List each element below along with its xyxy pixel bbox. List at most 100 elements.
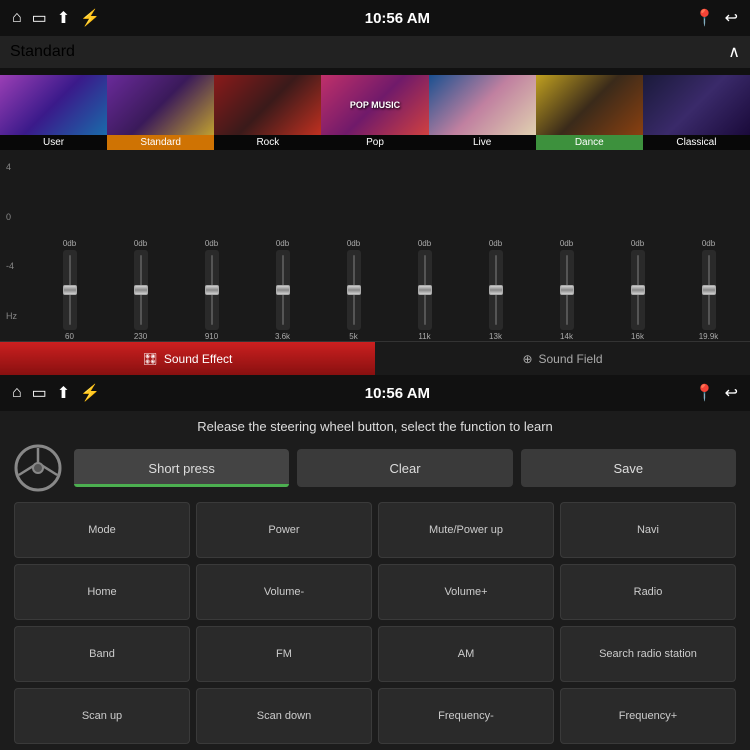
- bottom-home-icon[interactable]: ⌂: [12, 384, 22, 402]
- eq-band-3.6k[interactable]: 0db 3.6k: [247, 154, 318, 341]
- eq-band-60[interactable]: 0db 60: [34, 154, 105, 341]
- preset-list: User Standard Rock POP MUSIC Pop Live Da…: [0, 68, 750, 150]
- home-icon[interactable]: ⌂: [12, 9, 22, 27]
- band-thumb-1: [134, 285, 148, 295]
- func-btn-radio[interactable]: Radio: [560, 564, 736, 620]
- func-btn-home[interactable]: Home: [14, 564, 190, 620]
- preset-rock[interactable]: Rock: [214, 68, 321, 150]
- preset-dance[interactable]: Dance: [536, 68, 643, 150]
- band-slider-4[interactable]: [347, 250, 361, 330]
- band-track-1: [140, 255, 142, 325]
- band-track-3: [282, 255, 284, 325]
- band-slider-0[interactable]: [63, 250, 77, 330]
- func-btn-am[interactable]: AM: [378, 626, 554, 682]
- func-btn-frequency-[interactable]: Frequency-: [378, 688, 554, 744]
- preset-live-thumb: [429, 75, 536, 135]
- func-btn-volume-[interactable]: Volume+: [378, 564, 554, 620]
- func-btn-frequency-[interactable]: Frequency+: [560, 688, 736, 744]
- func-btn-band[interactable]: Band: [14, 626, 190, 682]
- func-btn-scan-up[interactable]: Scan up: [14, 688, 190, 744]
- eq-band-5k[interactable]: 0db 5k: [318, 154, 389, 341]
- axis-neg4: -4: [6, 261, 34, 271]
- eq-band-13k[interactable]: 0db 13k: [460, 154, 531, 341]
- top-status-bar: ⌂ ▭ ⬆ ⚡ 10:56 AM 📍 ↩: [0, 0, 750, 36]
- band-slider-2[interactable]: [205, 250, 219, 330]
- func-btn-search-radio-station[interactable]: Search radio station: [560, 626, 736, 682]
- func-btn-volume-[interactable]: Volume-: [196, 564, 372, 620]
- band-track-5: [424, 255, 426, 325]
- bottom-screen-icon[interactable]: ▭: [32, 383, 47, 403]
- band-freq-5: 11k: [418, 332, 430, 341]
- short-press-button[interactable]: Short press: [74, 449, 289, 487]
- eq-band-910[interactable]: 0db 910: [176, 154, 247, 341]
- function-grid: ModePowerMute/Power upNavi HomeVolume-Vol…: [0, 498, 750, 750]
- band-freq-1: 230: [134, 332, 147, 341]
- band-db-8: 0db: [631, 239, 644, 248]
- band-thumb-0: [63, 285, 77, 295]
- band-slider-6[interactable]: [489, 250, 503, 330]
- band-slider-8[interactable]: [631, 250, 645, 330]
- sf-icon: ⊕: [522, 352, 532, 366]
- preset-user[interactable]: User: [0, 68, 107, 150]
- preset-user-label: User: [0, 135, 107, 150]
- band-track-0: [69, 255, 71, 325]
- up-icon[interactable]: ⬆: [57, 8, 70, 28]
- band-slider-5[interactable]: [418, 250, 432, 330]
- clear-button[interactable]: Clear: [297, 449, 512, 487]
- band-freq-0: 60: [65, 332, 74, 341]
- preset-dance-thumb: [536, 75, 643, 135]
- func-btn-mute-power-up[interactable]: Mute/Power up: [378, 502, 554, 558]
- preset-pop[interactable]: POP MUSIC Pop: [321, 68, 428, 150]
- eq-band-area: 0db 60 0db 230 0db 910: [34, 154, 744, 341]
- band-slider-9[interactable]: [702, 250, 716, 330]
- preset-standard[interactable]: Standard: [107, 68, 214, 150]
- eq-band-11k[interactable]: 0db 11k: [389, 154, 460, 341]
- screen-icon[interactable]: ▭: [32, 8, 47, 28]
- func-btn-scan-down[interactable]: Scan down: [196, 688, 372, 744]
- preset-live[interactable]: Live: [429, 68, 536, 150]
- band-freq-4: 5k: [349, 332, 357, 341]
- usb-icon: ⚡: [80, 8, 100, 28]
- band-db-1: 0db: [134, 239, 147, 248]
- tab-sound-field[interactable]: ⊕ Sound Field: [375, 342, 750, 375]
- band-thumb-4: [347, 285, 361, 295]
- top-time: 10:56 AM: [365, 10, 430, 27]
- save-button[interactable]: Save: [521, 449, 736, 487]
- preset-classical[interactable]: Classical: [643, 68, 750, 150]
- band-thumb-2: [205, 285, 219, 295]
- band-track-2: [211, 255, 213, 325]
- func-btn-navi[interactable]: Navi: [560, 502, 736, 558]
- band-track-8: [637, 255, 639, 325]
- band-slider-3[interactable]: [276, 250, 290, 330]
- band-track-7: [566, 255, 568, 325]
- band-thumb-3: [276, 285, 290, 295]
- band-db-5: 0db: [418, 239, 431, 248]
- band-slider-1[interactable]: [134, 250, 148, 330]
- eq-band-19.9k[interactable]: 0db 19.9k: [673, 154, 744, 341]
- instruction-text: Release the steering wheel button, selec…: [0, 411, 750, 440]
- preset-rock-thumb: [214, 75, 321, 135]
- band-slider-7[interactable]: [560, 250, 574, 330]
- func-btn-power[interactable]: Power: [196, 502, 372, 558]
- action-row: Short press Clear Save: [0, 440, 750, 498]
- band-freq-7: 14k: [560, 332, 573, 341]
- func-btn-fm[interactable]: FM: [196, 626, 372, 682]
- band-track-9: [708, 255, 710, 325]
- eq-tabs: 🎛 Sound Effect ⊕ Sound Field: [0, 341, 750, 375]
- axis-4: 4: [6, 162, 34, 172]
- eq-band-230[interactable]: 0db 230: [105, 154, 176, 341]
- chevron-up-icon[interactable]: ∧: [728, 42, 740, 62]
- band-db-0: 0db: [63, 239, 76, 248]
- back-icon[interactable]: ↩: [725, 8, 738, 28]
- bottom-back-icon[interactable]: ↩: [725, 383, 738, 403]
- bottom-up-icon[interactable]: ⬆: [57, 383, 70, 403]
- tab-sound-effect[interactable]: 🎛 Sound Effect: [0, 342, 375, 375]
- func-btn-mode[interactable]: Mode: [14, 502, 190, 558]
- steering-wheel-panel: ⌂ ▭ ⬆ ⚡ 10:56 AM 📍 ↩ Release the steerin…: [0, 375, 750, 750]
- preset-header[interactable]: Standard ∧: [0, 36, 750, 68]
- band-freq-3: 3.6k: [275, 332, 290, 341]
- bottom-location-icon: 📍: [695, 383, 715, 403]
- eq-band-14k[interactable]: 0db 14k: [531, 154, 602, 341]
- eq-band-16k[interactable]: 0db 16k: [602, 154, 673, 341]
- axis-0: 0: [6, 212, 34, 222]
